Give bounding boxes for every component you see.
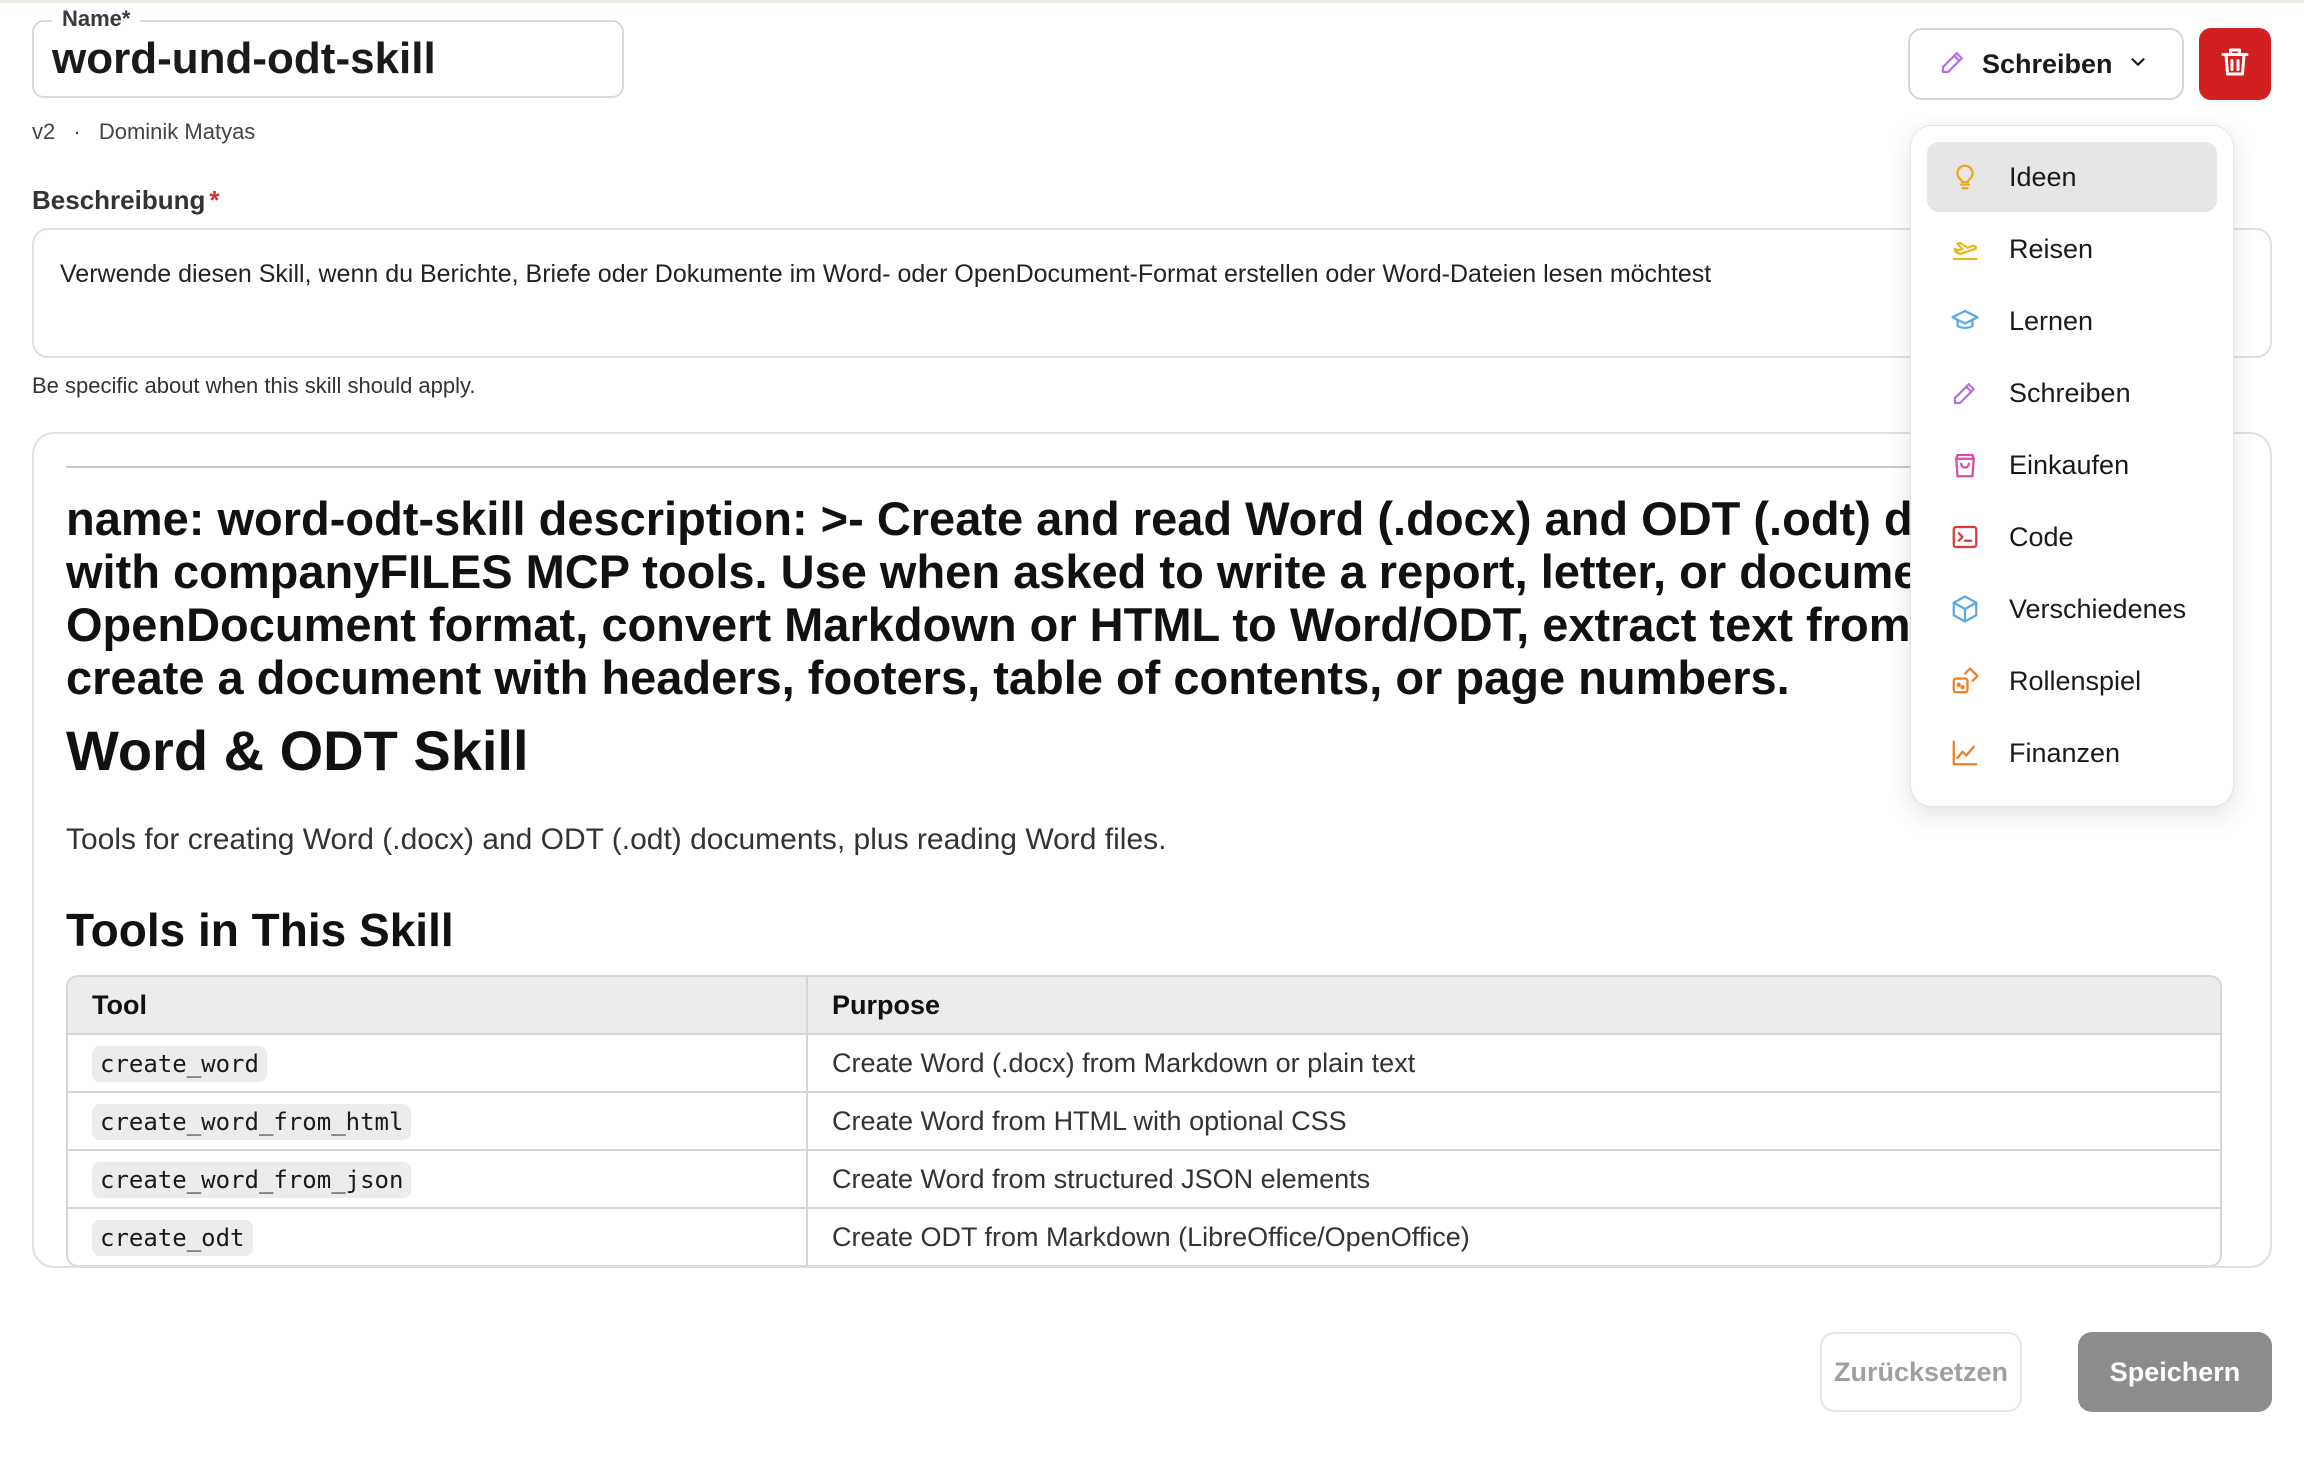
reset-button[interactable]: Zurücksetzen	[1820, 1332, 2022, 1412]
tool-cell: create_word	[68, 1033, 806, 1091]
tool-cell: create_word_from_json	[68, 1149, 806, 1207]
graduation-cap-icon	[1947, 303, 1983, 339]
menu-item-rollenspiel[interactable]: Rollenspiel	[1927, 646, 2217, 716]
menu-item-label: Einkaufen	[2009, 449, 2130, 480]
menu-item-label: Finanzen	[2009, 737, 2121, 768]
description-label: Beschreibung *	[32, 185, 220, 216]
menu-item-label: Lernen	[2009, 305, 2094, 336]
chart-line-icon	[1947, 735, 1983, 771]
menu-item-label: Schreiben	[2009, 377, 2131, 408]
meta-separator: ·	[73, 119, 81, 144]
purpose-cell: Create ODT from Markdown (LibreOffice/Op…	[806, 1207, 2220, 1265]
menu-item-code[interactable]: Code	[1927, 502, 2217, 572]
name-input[interactable]	[52, 34, 592, 84]
frontmatter-line: create a document with headers, footers,…	[66, 651, 1790, 704]
category-menu: Ideen Reisen Lernen Schreiben Einkaufen …	[1910, 125, 2234, 807]
tool-name: create_odt	[92, 1219, 253, 1256]
menu-item-ideen[interactable]: Ideen	[1927, 142, 2217, 212]
name-field-label: Name*	[52, 6, 141, 32]
menu-item-reisen[interactable]: Reisen	[1927, 214, 2217, 284]
table-row: create_word_from_json Create Word from s…	[68, 1149, 2220, 1207]
chevron-down-icon	[2127, 51, 2149, 78]
menu-item-label: Reisen	[2009, 233, 2094, 264]
table-row: create_word_from_html Create Word from H…	[68, 1091, 2220, 1149]
menu-item-label: Ideen	[2009, 161, 2077, 192]
frontmatter-heading: name: word-odt-skill description: >- Cre…	[66, 492, 1964, 704]
menu-item-einkaufen[interactable]: Einkaufen	[1927, 430, 2217, 500]
menu-item-lernen[interactable]: Lernen	[1927, 286, 2217, 356]
menu-item-finanzen[interactable]: Finanzen	[1927, 718, 2217, 788]
frontmatter-line: with companyFILES MCP tools. Use when as…	[66, 545, 1964, 598]
frontmatter-rule	[66, 466, 1946, 468]
menu-item-label: Code	[2009, 521, 2074, 552]
skill-meta: v2 · Dominik Matyas	[32, 119, 267, 145]
category-dropdown-button[interactable]: Schreiben	[1908, 28, 2184, 100]
tool-name: create_word_from_json	[92, 1161, 412, 1198]
description-label-text: Beschreibung	[32, 185, 206, 215]
version-label: v2	[32, 119, 56, 144]
description-hint: Be specific about when this skill should…	[32, 373, 476, 398]
menu-item-verschiedenes[interactable]: Verschiedenes	[1927, 574, 2217, 644]
shopping-bag-icon	[1947, 447, 1983, 483]
menu-item-label: Rollenspiel	[2009, 665, 2142, 696]
description-text: Verwende diesen Skill, wenn du Berichte,…	[60, 260, 1712, 288]
content-intro: Tools for creating Word (.docx) and ODT …	[66, 823, 1167, 856]
column-header-purpose: Purpose	[806, 977, 2220, 1033]
terminal-icon	[1947, 519, 1983, 555]
table-row: create_word Create Word (.docx) from Mar…	[68, 1033, 2220, 1091]
trash-icon	[2217, 44, 2253, 85]
tool-name: create_word	[92, 1045, 267, 1082]
dice-icon	[1947, 663, 1983, 699]
menu-item-schreiben[interactable]: Schreiben	[1927, 358, 2217, 428]
delete-button[interactable]	[2199, 28, 2271, 100]
tool-cell: create_odt	[68, 1207, 806, 1265]
required-mark: *	[209, 185, 220, 215]
category-selected-label: Schreiben	[1982, 48, 2113, 79]
tools-heading: Tools in This Skill	[66, 904, 454, 956]
table-header-row: Tool Purpose	[68, 977, 2220, 1033]
tool-name: create_word_from_html	[92, 1103, 412, 1140]
top-divider	[0, 0, 2304, 3]
pencil-icon	[1947, 375, 1983, 411]
plane-icon	[1947, 231, 1983, 267]
frontmatter-line: OpenDocument format, convert Markdown or…	[66, 598, 1950, 651]
save-button[interactable]: Speichern	[2078, 1332, 2272, 1412]
box-icon	[1947, 591, 1983, 627]
frontmatter-line: name: word-odt-skill description: >- Cre…	[66, 492, 1942, 545]
purpose-cell: Create Word from structured JSON element…	[806, 1149, 2220, 1207]
pencil-icon	[1938, 47, 1968, 82]
column-header-tool: Tool	[68, 977, 806, 1033]
menu-item-label: Verschiedenes	[2009, 593, 2187, 624]
table-row: create_odt Create ODT from Markdown (Lib…	[68, 1207, 2220, 1265]
lightbulb-icon	[1947, 159, 1983, 195]
purpose-cell: Create Word (.docx) from Markdown or pla…	[806, 1033, 2220, 1091]
purpose-cell: Create Word from HTML with optional CSS	[806, 1091, 2220, 1149]
author-name: Dominik Matyas	[98, 119, 256, 144]
tools-table: Tool Purpose create_word Create Word (.d…	[66, 975, 2222, 1266]
tool-cell: create_word_from_html	[68, 1091, 806, 1149]
